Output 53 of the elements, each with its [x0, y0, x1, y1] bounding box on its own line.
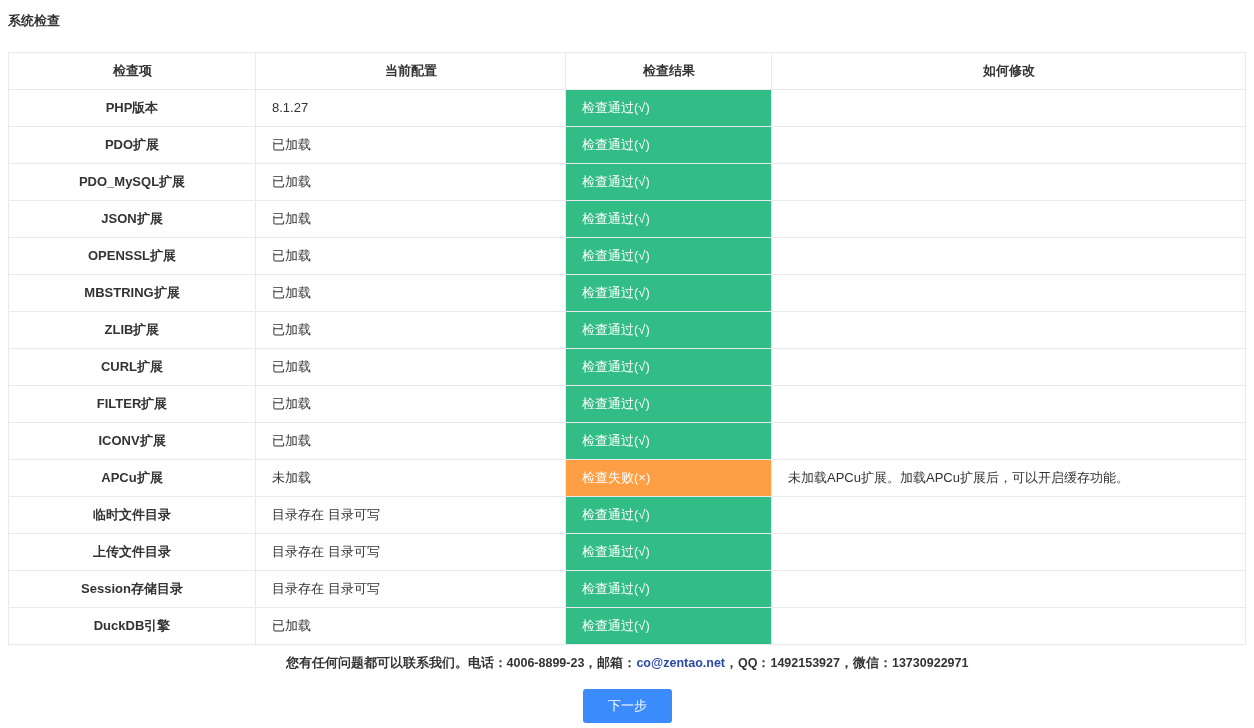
- check-item-cell: DuckDB引擎: [8, 607, 256, 645]
- column-header: 如何修改: [771, 52, 1246, 90]
- config-cell: 目录存在 目录可写: [255, 496, 566, 534]
- config-cell: 已加载: [255, 422, 566, 460]
- result-cell: 检查通过(√): [565, 533, 772, 571]
- result-cell: 检查通过(√): [565, 496, 772, 534]
- config-cell: 已加载: [255, 200, 566, 238]
- page-title: 系统检查: [8, 12, 61, 29]
- config-cell: 已加载: [255, 126, 566, 164]
- check-item-cell: 上传文件目录: [8, 533, 256, 571]
- check-item-cell: FILTER扩展: [8, 385, 256, 423]
- result-cell: 检查通过(√): [565, 422, 772, 460]
- config-cell: 目录存在 目录可写: [255, 533, 566, 571]
- check-item-cell: APCu扩展: [8, 459, 256, 497]
- config-cell: 目录存在 目录可写: [255, 570, 566, 608]
- check-item-cell: CURL扩展: [8, 348, 256, 386]
- email-link[interactable]: co@zentao.net: [636, 656, 725, 670]
- contact-info: 您有任何问题都可以联系我们。电话：4006-8899-23，邮箱：co@zentao.net，QQ：1492153927，微信：13730922971: [284, 655, 970, 672]
- check-item-cell: MBSTRING扩展: [8, 274, 256, 312]
- check-item-cell: OPENSSL扩展: [8, 237, 256, 275]
- config-cell: 已加载: [255, 348, 566, 386]
- check-item-cell: PDO_MySQL扩展: [8, 163, 256, 201]
- check-item-cell: JSON扩展: [8, 200, 256, 238]
- fix-hint-cell: 未加载APCu扩展。加载APCu扩展后，可以开启缓存功能。: [771, 459, 1246, 497]
- result-cell: 检查通过(√): [565, 570, 772, 608]
- result-cell: 检查通过(√): [565, 274, 772, 312]
- column-header: 检查结果: [565, 52, 772, 90]
- check-item-cell: PHP版本: [8, 89, 256, 127]
- result-cell: 检查通过(√): [565, 126, 772, 164]
- result-cell: 检查通过(√): [565, 200, 772, 238]
- config-cell: 已加载: [255, 385, 566, 423]
- result-cell: 检查通过(√): [565, 385, 772, 423]
- config-cell: 已加载: [255, 311, 566, 349]
- config-cell: 未加载: [255, 459, 566, 497]
- config-cell: 已加载: [255, 237, 566, 275]
- config-cell: 8.1.27: [255, 89, 566, 127]
- config-cell: 已加载: [255, 274, 566, 312]
- config-cell: 已加载: [255, 163, 566, 201]
- result-cell: 检查通过(√): [565, 607, 772, 645]
- check-item-cell: ZLIB扩展: [8, 311, 256, 349]
- config-cell: 已加载: [255, 607, 566, 645]
- result-cell: 检查通过(√): [565, 348, 772, 386]
- result-cell: 检查失败(×): [565, 459, 772, 497]
- check-item-cell: 临时文件目录: [8, 496, 256, 534]
- check-item-cell: ICONV扩展: [8, 422, 256, 460]
- result-cell: 检查通过(√): [565, 163, 772, 201]
- check-item-cell: PDO扩展: [8, 126, 256, 164]
- result-cell: 检查通过(√): [565, 89, 772, 127]
- result-cell: 检查通过(√): [565, 237, 772, 275]
- column-header: 当前配置: [255, 52, 566, 90]
- column-header: 检查项: [8, 52, 256, 90]
- result-cell: 检查通过(√): [565, 311, 772, 349]
- check-item-cell: Session存储目录: [8, 570, 256, 608]
